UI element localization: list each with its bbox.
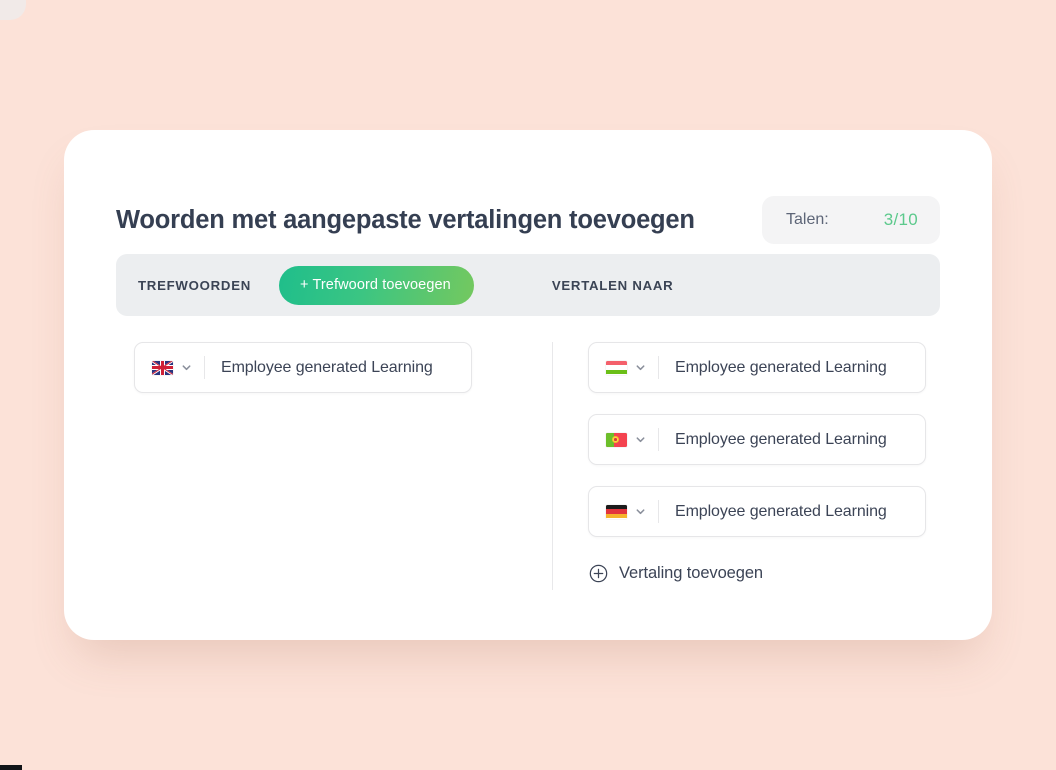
translation-card: Woorden met aangepaste vertalingen toevo… [64, 130, 992, 640]
translation-input-portuguese[interactable]: Employee generated Learning [659, 431, 925, 449]
column-divider [552, 342, 553, 590]
tab-keywords-label: TREFWOORDEN [138, 277, 252, 293]
translation-input-hungarian[interactable]: Employee generated Learning [659, 359, 925, 377]
united-kingdom-flag-icon [152, 360, 173, 375]
languages-badge-count: 3/10 [883, 210, 918, 229]
source-language-row[interactable]: Employee generated Learning [134, 342, 472, 393]
page-title: Woorden met aangepaste vertalingen toevo… [116, 205, 695, 234]
translation-language-selector-hungarian[interactable] [589, 343, 659, 392]
chevron-down-icon [182, 365, 191, 371]
chevron-down-icon [636, 509, 645, 515]
languages-badge: Talen: 3/10 [762, 196, 940, 244]
add-keyword-button[interactable]: + Trefwoord toevoegen [279, 265, 474, 305]
page-bottom-corner-strip [0, 765, 22, 770]
source-keyword-input[interactable]: Employee generated Learning [205, 359, 471, 377]
add-translation-button[interactable]: Vertaling toevoegen [588, 564, 763, 583]
source-language-column: Employee generated Learning [134, 342, 472, 393]
translation-row-portuguese[interactable]: Employee generated Learning [588, 414, 926, 465]
chevron-down-icon [636, 365, 645, 371]
translation-row-german[interactable]: Employee generated Learning [588, 486, 926, 537]
translations-column: Employee generated Learning Employee gen… [588, 342, 926, 583]
tab-strip: TREFWOORDEN + Trefwoord toevoegen VERTAL… [116, 254, 940, 316]
translation-input-german[interactable]: Employee generated Learning [659, 503, 925, 521]
add-translation-label: Vertaling toevoegen [619, 564, 763, 582]
chevron-down-icon [636, 437, 645, 443]
languages-badge-label: Talen: [786, 211, 829, 228]
hungary-flag-icon [606, 360, 627, 375]
plus-circle-icon [589, 564, 608, 583]
portugal-flag-icon [606, 432, 627, 447]
card-header: Woorden met aangepaste vertalingen toevo… [116, 192, 940, 248]
translation-language-selector-portuguese[interactable] [589, 415, 659, 464]
editor-columns: Employee generated Learning Employee gen… [116, 342, 940, 616]
source-language-selector[interactable] [135, 343, 205, 392]
tab-translate-to-label: VERTALEN NAAR [551, 277, 674, 293]
page-corner-accent [0, 0, 26, 20]
translation-row-hungarian[interactable]: Employee generated Learning [588, 342, 926, 393]
germany-flag-icon [606, 504, 627, 519]
translation-language-selector-german[interactable] [589, 487, 659, 536]
